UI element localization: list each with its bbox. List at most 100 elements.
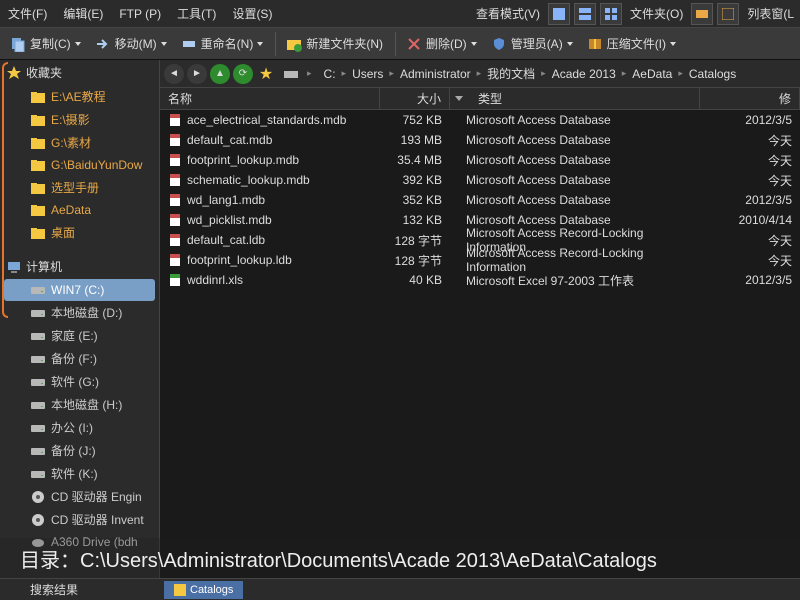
folder-icon bbox=[30, 180, 46, 196]
nav-bar: ◄ ► ▲ ⟳ ★ ▸ C:▸Users▸Administrator▸我的文档▸… bbox=[160, 60, 800, 88]
view-details-button[interactable] bbox=[600, 3, 622, 25]
menu-tools[interactable]: 工具(T) bbox=[169, 0, 224, 28]
drive-item[interactable]: 软件 (G:) bbox=[0, 370, 159, 393]
col-type[interactable]: 类型 bbox=[450, 88, 700, 109]
col-size[interactable]: 大小 bbox=[380, 88, 450, 109]
breadcrumb-item[interactable]: AeData bbox=[630, 67, 674, 81]
drive-item[interactable]: CD 驱动器 Invent bbox=[0, 508, 159, 531]
new-folder-button[interactable]: 新建文件夹(N) bbox=[280, 31, 389, 57]
drive-item[interactable]: 办公 (I:) bbox=[0, 416, 159, 439]
rename-button[interactable]: 重命名(N) bbox=[175, 31, 270, 57]
favorite-item[interactable]: 桌面 bbox=[0, 221, 159, 244]
drive-icon bbox=[30, 420, 46, 436]
nav-back-button[interactable]: ◄ bbox=[164, 64, 184, 84]
menu-file[interactable]: 文件(F) bbox=[0, 0, 55, 28]
favorite-item[interactable]: 选型手册 bbox=[0, 176, 159, 199]
file-modified: 今天 bbox=[700, 172, 800, 189]
computer-group[interactable]: 计算机 bbox=[0, 254, 159, 279]
drive-item[interactable]: A360 Drive (bdh bbox=[0, 531, 159, 553]
drive-item[interactable]: WIN7 (C:) bbox=[4, 279, 155, 301]
drive-item[interactable]: CD 驱动器 Engin bbox=[0, 485, 159, 508]
nav-forward-button[interactable]: ► bbox=[187, 64, 207, 84]
tab-catalogs[interactable]: Catalogs bbox=[164, 581, 243, 599]
file-row[interactable]: ace_electrical_standards.mdb752 KBMicros… bbox=[160, 110, 800, 130]
breadcrumb-item[interactable]: 我的文档 bbox=[485, 65, 537, 82]
compress-button[interactable]: 压缩文件(I) bbox=[581, 31, 682, 57]
breadcrumb-item[interactable]: Catalogs bbox=[687, 67, 738, 81]
folder-icon bbox=[174, 584, 186, 596]
drive-item[interactable]: 备份 (F:) bbox=[0, 347, 159, 370]
drive-icon bbox=[30, 351, 46, 367]
favorite-item[interactable]: G:\素材 bbox=[0, 131, 159, 154]
item-label: 本地磁盘 (H:) bbox=[51, 396, 122, 413]
col-modified[interactable]: 修 bbox=[700, 88, 800, 109]
file-size: 35.4 MB bbox=[380, 153, 450, 167]
breadcrumb-item[interactable]: Administrator bbox=[398, 67, 473, 81]
drive-item[interactable]: 本地磁盘 (D:) bbox=[0, 301, 159, 324]
file-size: 392 KB bbox=[380, 173, 450, 187]
file-row[interactable]: footprint_lookup.mdb35.4 MBMicrosoft Acc… bbox=[160, 150, 800, 170]
content-pane: ◄ ► ▲ ⟳ ★ ▸ C:▸Users▸Administrator▸我的文档▸… bbox=[160, 60, 800, 578]
file-row[interactable]: default_cat.mdb193 MBMicrosoft Access Da… bbox=[160, 130, 800, 150]
drive-icon bbox=[30, 534, 46, 550]
folder-grid-button[interactable] bbox=[717, 3, 739, 25]
item-label: 本地磁盘 (D:) bbox=[51, 304, 122, 321]
folder-icon bbox=[30, 202, 46, 218]
file-row[interactable]: schematic_lookup.mdb392 KBMicrosoft Acce… bbox=[160, 170, 800, 190]
nav-refresh-button[interactable]: ⟳ bbox=[233, 64, 253, 84]
nav-up-button[interactable]: ▲ bbox=[210, 64, 230, 84]
tab-bar: 搜索结果 Catalogs bbox=[0, 578, 800, 600]
drive-item[interactable]: 备份 (J:) bbox=[0, 439, 159, 462]
menu-edit[interactable]: 编辑(E) bbox=[55, 0, 111, 28]
copy-button[interactable]: 复制(C) bbox=[4, 31, 87, 57]
col-name[interactable]: 名称 bbox=[160, 88, 380, 109]
menu-ftp[interactable]: FTP (P) bbox=[111, 0, 169, 28]
admin-button[interactable]: 管理员(A) bbox=[485, 31, 579, 57]
file-modified: 2012/3/5 bbox=[700, 113, 800, 127]
file-modified: 今天 bbox=[700, 232, 800, 249]
star-icon bbox=[6, 65, 22, 81]
file-name: wd_lang1.mdb bbox=[187, 193, 265, 207]
file-size: 752 KB bbox=[380, 113, 450, 127]
listwin-label[interactable]: 列表窗(L bbox=[747, 5, 794, 22]
item-label: G:\素材 bbox=[51, 134, 91, 151]
file-icon bbox=[168, 133, 182, 147]
drive-item[interactable]: 软件 (K:) bbox=[0, 462, 159, 485]
file-type: Microsoft Access Database bbox=[450, 173, 700, 187]
breadcrumb-item[interactable]: C: bbox=[322, 67, 338, 81]
drive-item[interactable]: 本地磁盘 (H:) bbox=[0, 393, 159, 416]
file-type: Microsoft Access Database bbox=[450, 113, 700, 127]
file-row[interactable]: wddinrl.xls40 KBMicrosoft Excel 97-2003 … bbox=[160, 270, 800, 290]
favorite-item[interactable]: G:\BaiduYunDow bbox=[0, 154, 159, 176]
file-row[interactable]: wd_lang1.mdb352 KBMicrosoft Access Datab… bbox=[160, 190, 800, 210]
toolbar: 复制(C) 移动(M) 重命名(N) 新建文件夹(N) 删除(D) 管理员(A)… bbox=[0, 28, 800, 60]
drive-icon bbox=[30, 512, 46, 528]
drive-item[interactable]: 家庭 (E:) bbox=[0, 324, 159, 347]
file-icon bbox=[168, 253, 182, 267]
drive-icon bbox=[30, 328, 46, 344]
delete-button[interactable]: 删除(D) bbox=[400, 31, 483, 57]
file-row[interactable]: footprint_lookup.ldb128 字节Microsoft Acce… bbox=[160, 250, 800, 270]
favorite-item[interactable]: AeData bbox=[0, 199, 159, 221]
favorite-item[interactable]: E:\摄影 bbox=[0, 108, 159, 131]
file-list[interactable]: ace_electrical_standards.mdb752 KBMicros… bbox=[160, 110, 800, 578]
file-size: 352 KB bbox=[380, 193, 450, 207]
file-type: Microsoft Access Record-Locking Informat… bbox=[450, 246, 700, 274]
favorite-item[interactable]: E:\AE教程 bbox=[0, 85, 159, 108]
menu-settings[interactable]: 设置(S) bbox=[224, 0, 280, 28]
favorites-group[interactable]: 收藏夹 bbox=[0, 60, 159, 85]
breadcrumb-item[interactable]: Users bbox=[350, 67, 385, 81]
view-list-button[interactable] bbox=[574, 3, 596, 25]
search-results-label[interactable]: 搜索结果 bbox=[0, 581, 160, 598]
move-button[interactable]: 移动(M) bbox=[89, 31, 173, 57]
breadcrumb-item[interactable]: Acade 2013 bbox=[550, 67, 618, 81]
view-mode-label[interactable]: 查看模式(V) bbox=[476, 5, 540, 22]
file-name: default_cat.ldb bbox=[187, 233, 265, 247]
nav-favorite-button[interactable]: ★ bbox=[256, 64, 276, 84]
file-modified: 今天 bbox=[700, 252, 800, 269]
drive-icon bbox=[30, 374, 46, 390]
view-icons-button[interactable] bbox=[548, 3, 570, 25]
folder-label[interactable]: 文件夹(O) bbox=[630, 5, 683, 22]
folder-tree-button[interactable] bbox=[691, 3, 713, 25]
computer-icon bbox=[6, 259, 22, 275]
